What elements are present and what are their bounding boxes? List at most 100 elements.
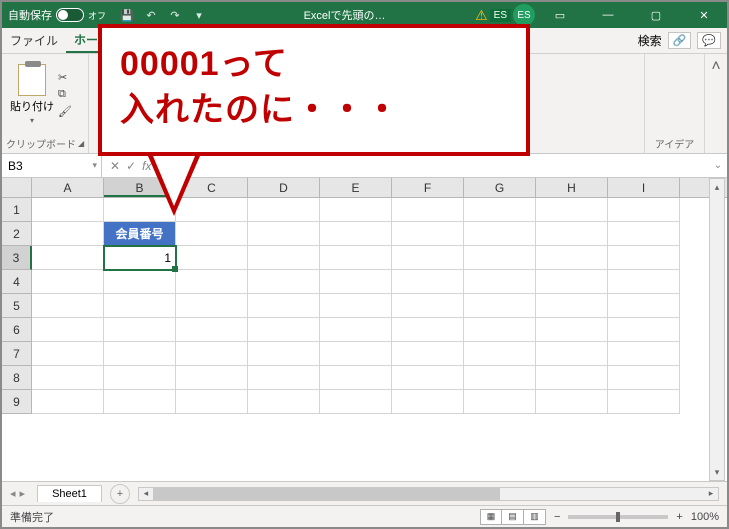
cell[interactable] xyxy=(464,318,536,342)
sheet-nav-next-icon[interactable]: ▸ xyxy=(20,487,26,500)
cell[interactable] xyxy=(248,270,320,294)
zoom-out-button[interactable]: − xyxy=(554,511,560,523)
warning-icon[interactable]: ⚠ xyxy=(475,7,488,24)
row-header[interactable]: 6 xyxy=(2,318,32,342)
cell[interactable] xyxy=(32,294,104,318)
minimize-button[interactable]: — xyxy=(585,2,631,28)
cell[interactable] xyxy=(320,342,392,366)
scroll-down-icon[interactable]: ▾ xyxy=(710,464,724,480)
zoom-slider[interactable] xyxy=(568,515,668,519)
row-header[interactable]: 7 xyxy=(2,342,32,366)
cell[interactable] xyxy=(176,246,248,270)
cell[interactable] xyxy=(248,246,320,270)
cell[interactable] xyxy=(32,222,104,246)
cell[interactable] xyxy=(32,318,104,342)
cell[interactable] xyxy=(104,342,176,366)
toggle-switch[interactable] xyxy=(56,8,84,22)
cell[interactable] xyxy=(536,294,608,318)
comments-button[interactable]: 💬 xyxy=(697,32,721,49)
row-header[interactable]: 4 xyxy=(2,270,32,294)
cell[interactable] xyxy=(608,198,680,222)
cell[interactable] xyxy=(248,294,320,318)
cell[interactable] xyxy=(104,318,176,342)
cell[interactable] xyxy=(536,318,608,342)
scroll-right-icon[interactable]: ▸ xyxy=(704,488,718,500)
cell[interactable] xyxy=(608,390,680,414)
row-header[interactable]: 3 xyxy=(2,246,32,270)
cell[interactable] xyxy=(248,318,320,342)
cell[interactable] xyxy=(464,294,536,318)
cell-B3-selected[interactable]: 1 xyxy=(104,246,176,270)
redo-icon[interactable]: ↷ xyxy=(166,6,184,24)
scroll-left-icon[interactable]: ◂ xyxy=(139,488,153,500)
cell[interactable] xyxy=(32,342,104,366)
vertical-scrollbar[interactable]: ▴ ▾ xyxy=(709,178,725,481)
cell[interactable] xyxy=(320,294,392,318)
close-button[interactable]: ✕ xyxy=(681,2,727,28)
cell[interactable] xyxy=(392,390,464,414)
row-header[interactable]: 1 xyxy=(2,198,32,222)
paste-dropdown-icon[interactable]: ▾ xyxy=(30,116,34,125)
cut-icon[interactable]: ✂ xyxy=(58,71,72,84)
cell[interactable] xyxy=(176,270,248,294)
cell[interactable] xyxy=(464,246,536,270)
tab-file[interactable]: ファイル xyxy=(2,28,66,53)
cell[interactable] xyxy=(536,198,608,222)
paste-button[interactable]: 貼り付け ▾ xyxy=(10,64,54,125)
cell[interactable] xyxy=(392,222,464,246)
cell[interactable] xyxy=(608,246,680,270)
account-badge[interactable]: ES xyxy=(490,9,511,22)
cell[interactable] xyxy=(176,294,248,318)
cell[interactable] xyxy=(32,270,104,294)
cell[interactable] xyxy=(464,342,536,366)
share-button[interactable]: 🔗 xyxy=(668,32,692,49)
collapse-ribbon-icon[interactable]: ˄ xyxy=(705,54,727,153)
cell[interactable] xyxy=(464,366,536,390)
cell[interactable] xyxy=(176,342,248,366)
scroll-up-icon[interactable]: ▴ xyxy=(710,179,724,195)
horizontal-scrollbar[interactable]: ◂ ▸ xyxy=(138,487,719,501)
cell[interactable] xyxy=(32,246,104,270)
cell[interactable] xyxy=(464,390,536,414)
cell[interactable] xyxy=(392,318,464,342)
cell[interactable] xyxy=(536,270,608,294)
cell[interactable] xyxy=(392,270,464,294)
scroll-thumb[interactable] xyxy=(153,488,500,500)
qat-more-icon[interactable]: ▾ xyxy=(190,6,208,24)
cell[interactable] xyxy=(608,366,680,390)
cell[interactable] xyxy=(536,366,608,390)
cell[interactable] xyxy=(176,390,248,414)
cell[interactable] xyxy=(392,246,464,270)
col-header[interactable]: I xyxy=(608,178,680,197)
cell[interactable] xyxy=(320,318,392,342)
row-header[interactable]: 2 xyxy=(2,222,32,246)
cell[interactable] xyxy=(320,246,392,270)
view-page-break-icon[interactable]: ▥ xyxy=(524,509,546,525)
cell[interactable] xyxy=(608,294,680,318)
zoom-level[interactable]: 100% xyxy=(691,511,719,523)
cell[interactable] xyxy=(248,390,320,414)
ribbon-options-icon[interactable]: ▭ xyxy=(537,2,583,28)
maximize-button[interactable]: ▢ xyxy=(633,2,679,28)
cell[interactable] xyxy=(32,390,104,414)
zoom-in-button[interactable]: + xyxy=(676,511,682,523)
account-avatar[interactable]: ES xyxy=(513,4,535,26)
cell[interactable] xyxy=(464,222,536,246)
cell[interactable] xyxy=(176,318,248,342)
cell[interactable] xyxy=(32,366,104,390)
view-normal-icon[interactable]: ▦ xyxy=(480,509,502,525)
cell[interactable] xyxy=(320,270,392,294)
cell[interactable] xyxy=(176,366,248,390)
cell[interactable] xyxy=(248,222,320,246)
cell[interactable] xyxy=(32,198,104,222)
cell[interactable] xyxy=(104,390,176,414)
cell[interactable] xyxy=(248,342,320,366)
cell[interactable] xyxy=(392,366,464,390)
cell[interactable] xyxy=(608,270,680,294)
name-box[interactable]: B3 xyxy=(2,154,102,177)
undo-icon[interactable]: ↶ xyxy=(142,6,160,24)
format-painter-icon[interactable]: 🖌 xyxy=(58,105,72,118)
sheet-tab[interactable]: Sheet1 xyxy=(37,485,102,502)
cell[interactable] xyxy=(536,390,608,414)
expand-formula-bar-icon[interactable]: ⌄ xyxy=(709,160,727,171)
